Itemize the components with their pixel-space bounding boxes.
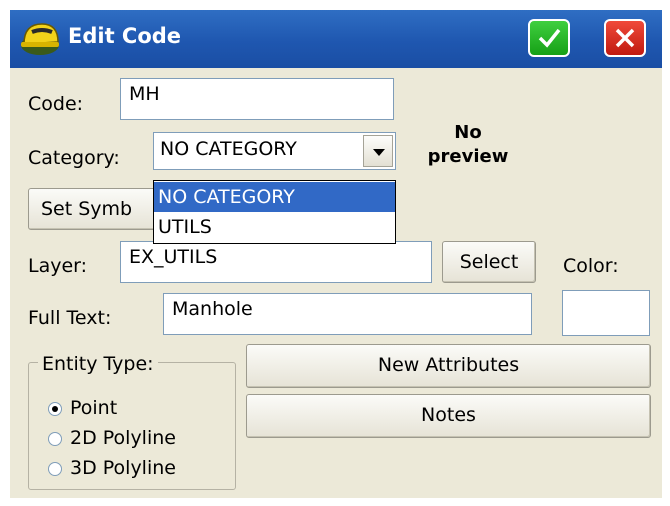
color-swatch[interactable] — [562, 290, 650, 336]
color-label: Color: — [563, 255, 619, 277]
layer-input[interactable]: EX_UTILS — [120, 241, 432, 283]
cancel-button[interactable] — [604, 19, 646, 57]
category-label: Category: — [28, 147, 120, 169]
radio-2d-polyline[interactable] — [48, 432, 62, 446]
preview-line-1: No — [454, 122, 482, 143]
new-attributes-button[interactable]: New Attributes — [246, 344, 651, 388]
notes-button[interactable]: Notes — [246, 394, 651, 438]
radio-3d-polyline-label[interactable]: 3D Polyline — [70, 457, 176, 479]
ok-button[interactable] — [528, 19, 570, 57]
radio-2d-polyline-label[interactable]: 2D Polyline — [70, 427, 176, 449]
layer-label: Layer: — [28, 255, 88, 277]
preview-line-2: preview — [427, 146, 509, 167]
full-text-input[interactable]: Manhole — [163, 293, 532, 335]
title-bar: Edit Code — [10, 10, 662, 68]
chevron-down-icon[interactable] — [363, 135, 393, 167]
symbol-preview: No preview — [413, 121, 523, 169]
dropdown-option-no-category[interactable]: NO CATEGORY — [154, 182, 395, 212]
category-select[interactable]: NO CATEGORY — [153, 132, 396, 170]
entity-type-label: Entity Type: — [38, 353, 158, 375]
hardhat-icon — [21, 23, 59, 55]
radio-point[interactable] — [48, 402, 62, 416]
set-symbol-button[interactable]: Set Symb — [28, 188, 160, 230]
close-icon — [615, 28, 635, 48]
category-dropdown-list: NO CATEGORY UTILS — [153, 180, 396, 244]
radio-selected-dot — [52, 406, 58, 412]
code-input[interactable]: MH — [120, 78, 394, 120]
checkmark-icon — [538, 28, 561, 48]
full-text-label: Full Text: — [28, 307, 112, 329]
category-select-value: NO CATEGORY — [160, 138, 297, 160]
layer-select-button[interactable]: Select — [442, 241, 536, 283]
edit-code-dialog: Edit Code Code: MH Category: NO CATEGORY… — [10, 10, 662, 498]
radio-3d-polyline[interactable] — [48, 462, 62, 476]
dropdown-option-utils[interactable]: UTILS — [154, 212, 395, 242]
radio-point-label[interactable]: Point — [70, 397, 117, 419]
window-title: Edit Code — [68, 24, 182, 48]
code-label: Code: — [28, 93, 84, 115]
